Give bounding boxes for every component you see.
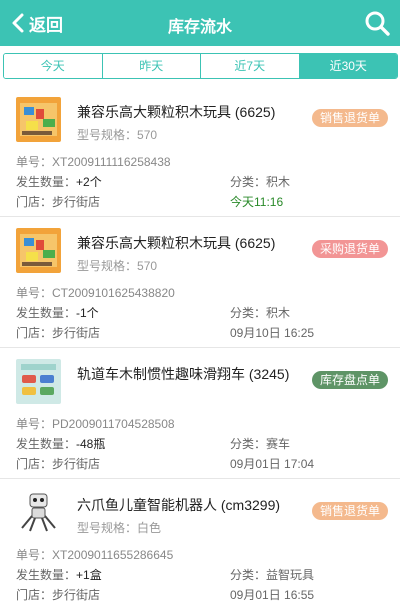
date-range-tabs: 今天 昨天 近7天 近30天	[3, 53, 398, 79]
document-type-badge: 采购退货单	[311, 240, 388, 258]
document-type-badge: 库存盘点单	[311, 371, 388, 389]
store: 门店：步行街店	[16, 588, 101, 602]
tab-today[interactable]: 今天	[4, 54, 103, 78]
order-number: 单号：CT2009101625438820	[16, 286, 175, 300]
category: 分类：积木	[230, 306, 291, 320]
tab-yesterday[interactable]: 昨天	[102, 54, 201, 78]
tab-last-30-days[interactable]: 近30天	[299, 54, 397, 78]
tab-last-7-days[interactable]: 近7天	[201, 54, 300, 78]
quantity: 发生数量：+1盒	[16, 568, 102, 582]
list-item[interactable]: 兼容乐高大颗粒积木玩具 (6625) 型号规格：570 采购退货单 单号：CT2…	[0, 217, 400, 348]
product-name: 轨道车木制惯性趣味滑翔车 (3245)	[77, 366, 290, 382]
product-name: 兼容乐高大颗粒积木玩具 (6625)	[77, 104, 276, 120]
product-spec: 型号规格：570	[77, 128, 158, 142]
order-number: 单号：XT2009111116258438	[16, 155, 171, 169]
top-bar: 返回 库存流水	[0, 0, 400, 46]
list-item[interactable]: 轨道车木制惯性趣味滑翔车 (3245) 库存盘点单 单号：PD200901170…	[0, 348, 400, 479]
timestamp: 09月01日 16:55	[230, 588, 315, 602]
category: 分类：赛车	[230, 437, 291, 451]
timestamp: 09月10日 16:25	[230, 326, 315, 340]
document-type-badge: 销售退货单	[311, 109, 388, 127]
product-spec: 型号规格：白色	[77, 521, 162, 535]
store: 门店：步行街店	[16, 326, 101, 340]
product-thumbnail	[16, 359, 61, 404]
product-thumbnail	[16, 97, 61, 142]
store: 门店：步行街店	[16, 195, 101, 209]
page-title: 库存流水	[167, 19, 232, 36]
order-number: 单号：XT2009011655286645	[16, 548, 174, 562]
product-name: 兼容乐高大颗粒积木玩具 (6625)	[77, 235, 276, 251]
list-item[interactable]: 六爪鱼儿童智能机器人 (cm3299) 型号规格：白色 销售退货单 单号：XT2…	[0, 479, 400, 607]
category: 分类：益智玩具	[230, 568, 315, 582]
search-icon[interactable]	[364, 10, 390, 36]
timestamp: 今天11:16	[230, 195, 284, 209]
store: 门店：步行街店	[16, 457, 101, 471]
quantity: 发生数量：+2个	[16, 175, 102, 189]
list-item[interactable]: 兼容乐高大颗粒积木玩具 (6625) 型号规格：570 销售退货单 单号：XT2…	[0, 86, 400, 217]
stock-flow-list: 兼容乐高大颗粒积木玩具 (6625) 型号规格：570 销售退货单 单号：XT2…	[0, 86, 400, 607]
category: 分类：积木	[230, 175, 291, 189]
product-thumbnail	[16, 490, 61, 535]
quantity: 发生数量：-1个	[16, 306, 99, 320]
order-number: 单号：PD2009011704528508	[16, 417, 175, 431]
product-spec: 型号规格：570	[77, 259, 158, 273]
product-thumbnail	[16, 228, 61, 273]
product-name: 六爪鱼儿童智能机器人 (cm3299)	[77, 497, 281, 513]
timestamp: 09月01日 17:04	[230, 457, 315, 471]
quantity: 发生数量：-48瓶	[16, 437, 106, 451]
document-type-badge: 销售退货单	[311, 502, 388, 520]
